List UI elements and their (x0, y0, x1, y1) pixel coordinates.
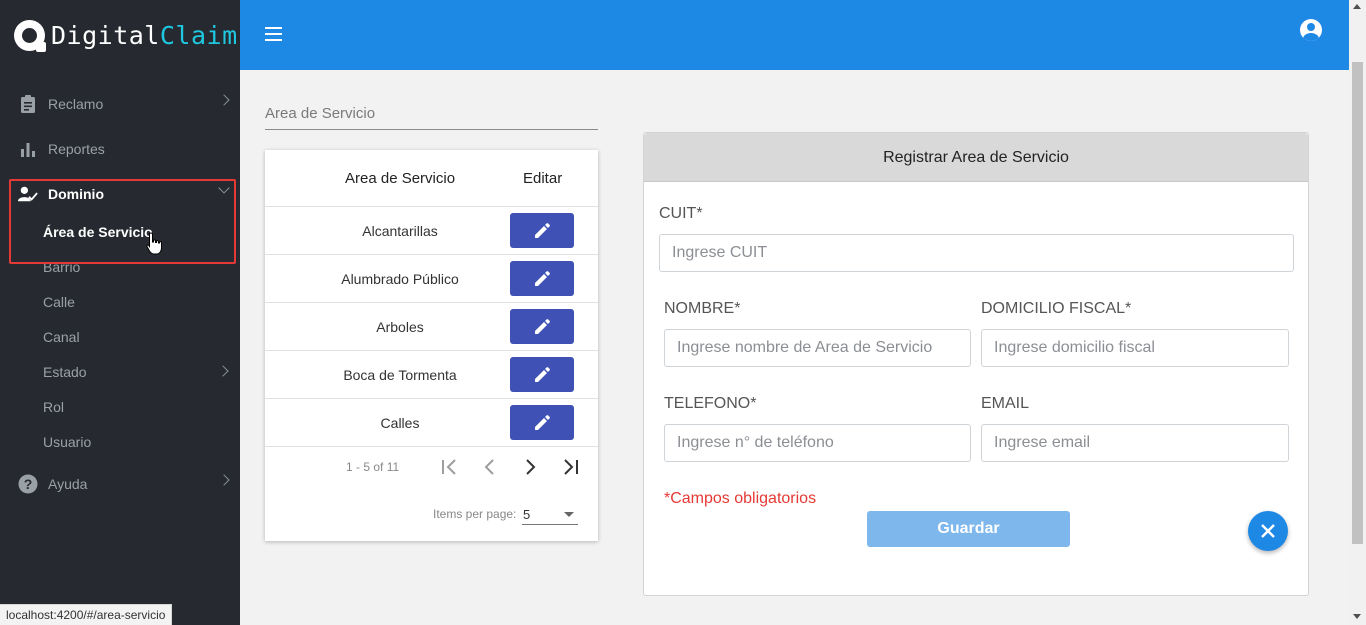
edit-button[interactable] (510, 309, 574, 344)
form-title: Registrar Area de Servicio (644, 133, 1308, 182)
bar-chart-icon (18, 139, 38, 159)
column-header-edit: Editar (523, 170, 563, 187)
items-per-page-value: 5 (523, 507, 531, 522)
clipboard-icon (18, 94, 38, 114)
account-icon[interactable] (1300, 19, 1322, 41)
domicilio-input[interactable] (981, 329, 1289, 367)
cell-area-name: Alumbrado Público (341, 271, 459, 287)
table-row: Calles (265, 399, 598, 447)
table-row: Alcantarillas (265, 207, 598, 255)
pencil-icon (535, 222, 550, 238)
logo-mark-icon (14, 20, 46, 52)
chevron-right-icon (218, 474, 230, 486)
sidebar-item-reclamo[interactable]: Reclamo (0, 84, 240, 124)
items-per-page-select[interactable]: 5 (522, 503, 578, 525)
nombre-label: NOMBRE* (664, 300, 741, 317)
previous-page-icon[interactable] (479, 457, 501, 477)
edit-button[interactable] (510, 213, 574, 248)
pencil-icon (535, 366, 550, 382)
cell-area-name: Calles (380, 415, 420, 431)
menu-toggle-icon[interactable] (265, 27, 282, 41)
selection-highlight (9, 179, 236, 264)
close-icon (1261, 524, 1275, 538)
edit-button[interactable] (510, 261, 574, 296)
required-fields-note: *Campos obligatorios (664, 490, 817, 507)
column-header-area: Area de Servicio (345, 170, 456, 187)
sidebar-subitem-canal[interactable]: Canal (43, 329, 80, 345)
sidebar-subitem-rol[interactable]: Rol (43, 399, 64, 415)
hand-cursor-icon (146, 232, 164, 261)
sidebar-item-reportes[interactable]: Reportes (0, 129, 240, 169)
scroll-down-arrow-icon[interactable] (1353, 614, 1361, 619)
sidebar-subitem-estado[interactable]: Estado (43, 364, 229, 380)
scroll-up-arrow-icon[interactable] (1353, 4, 1361, 9)
cell-area-name: Alcantarillas (362, 223, 438, 239)
save-button[interactable]: Guardar (867, 511, 1070, 547)
sidebar: DigitalClaim Reclamo Reportes Dominio Ár… (0, 0, 240, 625)
sidebar-item-label: Reclamo (48, 96, 104, 112)
sidebar-item-ayuda[interactable]: ? Ayuda (0, 464, 240, 504)
area-table-card: Area de Servicio Editar Alcantarillas Al… (265, 150, 598, 541)
table-header: Area de Servicio Editar (265, 150, 598, 207)
area-filter-input[interactable]: Area de Servicio (265, 100, 598, 130)
cuit-label: CUIT* (659, 205, 703, 222)
register-area-form: Registrar Area de Servicio CUIT* NOMBRE*… (643, 132, 1309, 596)
nombre-input[interactable] (664, 329, 971, 367)
sidebar-subitem-label: Estado (43, 364, 87, 380)
svg-text:?: ? (24, 476, 33, 492)
chevron-right-icon (218, 94, 230, 106)
email-input[interactable] (981, 424, 1289, 462)
sidebar-subitem-usuario[interactable]: Usuario (43, 434, 91, 450)
email-label: EMAIL (981, 395, 1030, 412)
app-logo[interactable]: DigitalClaim (14, 20, 238, 52)
table-row: Arboles (265, 303, 598, 351)
chevron-right-icon (217, 365, 229, 377)
logo-text-accent: Claim (159, 21, 238, 50)
paginator-range-label: 1 - 5 of 11 (346, 460, 400, 474)
sidebar-item-label: Reportes (48, 141, 105, 157)
items-per-page-label: Items per page: (433, 507, 517, 521)
pencil-icon (535, 270, 550, 286)
sidebar-item-label: Ayuda (48, 476, 88, 492)
help-circle-icon: ? (18, 474, 38, 494)
close-fab-button[interactable] (1248, 511, 1288, 551)
domicilio-label: DOMICILIO FISCAL* (981, 300, 1132, 317)
cell-area-name: Boca de Tormenta (343, 367, 457, 383)
next-page-icon[interactable] (519, 457, 541, 477)
edit-button[interactable] (510, 357, 574, 392)
cell-area-name: Arboles (376, 319, 424, 335)
telefono-input[interactable] (664, 424, 971, 462)
telefono-label: TELEFONO* (664, 395, 757, 412)
sidebar-subitem-calle[interactable]: Calle (43, 294, 75, 310)
cuit-input[interactable] (659, 234, 1294, 272)
page-scrollbar[interactable] (1349, 0, 1366, 625)
status-bar-url: localhost:4200/#/area-servicio (0, 604, 173, 625)
edit-button[interactable] (510, 405, 574, 440)
table-row: Alumbrado Público (265, 255, 598, 303)
first-page-icon[interactable] (439, 457, 461, 477)
pencil-icon (535, 414, 550, 430)
top-app-bar (240, 0, 1349, 70)
logo-text-primary: Digital (51, 21, 160, 50)
dropdown-arrow-icon (564, 512, 574, 517)
pencil-icon (535, 318, 550, 334)
table-row: Boca de Tormenta (265, 351, 598, 399)
last-page-icon[interactable] (559, 457, 581, 477)
scroll-thumb[interactable] (1352, 62, 1363, 544)
